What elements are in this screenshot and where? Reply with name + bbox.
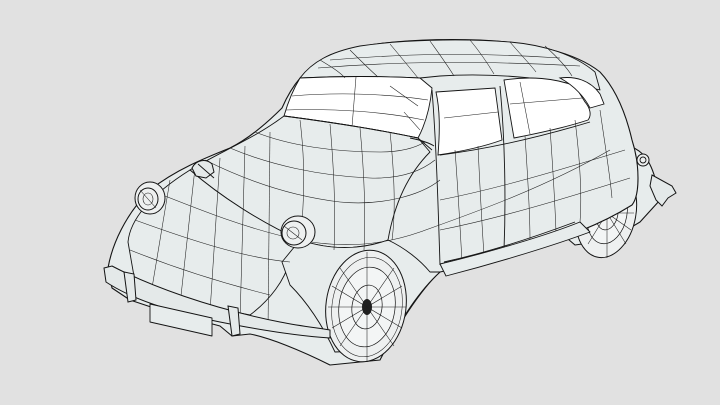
car-model [103, 38, 677, 366]
left-headlight [134, 181, 166, 215]
right-headlight [280, 215, 316, 249]
hood-ornament [191, 160, 215, 179]
tail-lamp [636, 153, 650, 167]
3d-viewport[interactable] [0, 0, 720, 405]
